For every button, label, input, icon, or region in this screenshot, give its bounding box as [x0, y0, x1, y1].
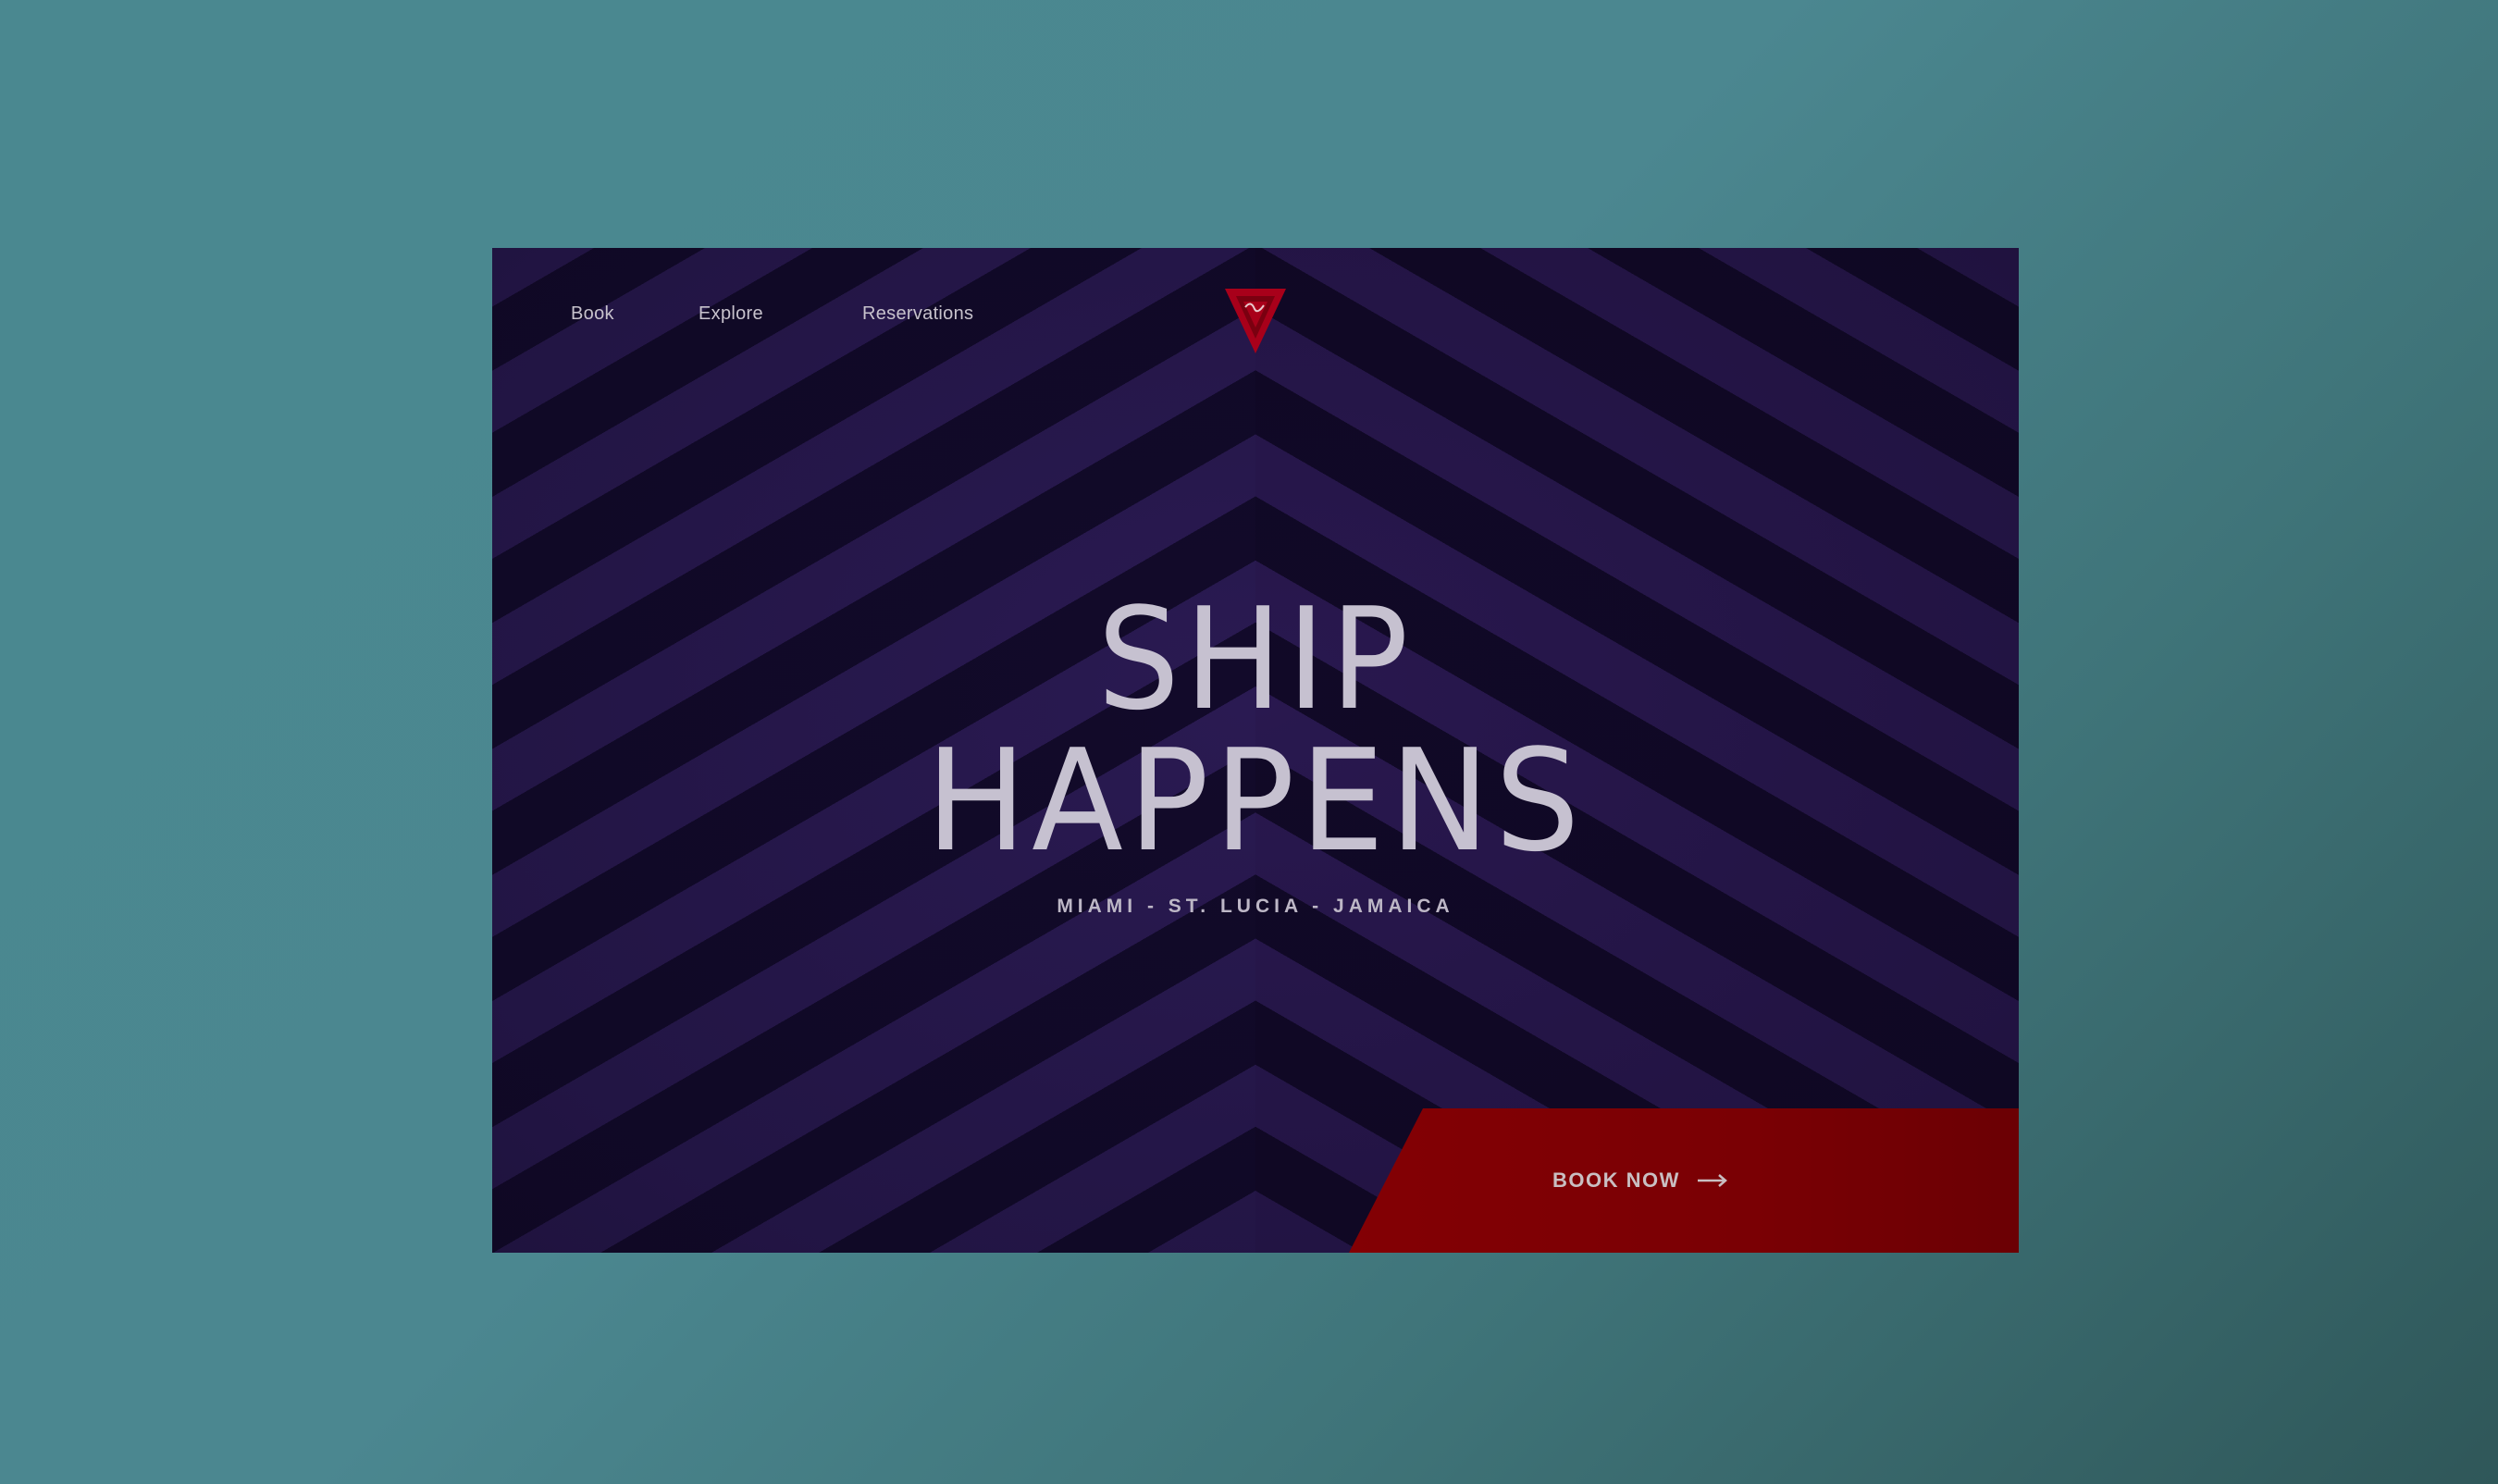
hero-title-line-2: HAPPENS	[925, 719, 1586, 883]
hero-subtitle: MIAMI - ST. LUCIA - JAMAICA	[1057, 896, 1454, 917]
nav-item-book[interactable]: Book	[571, 303, 614, 325]
book-now-label: BOOK NOW	[1552, 1169, 1680, 1192]
brand-logo-icon[interactable]	[1223, 287, 1288, 355]
nav-item-reservations[interactable]: Reservations	[862, 303, 973, 325]
book-now-button[interactable]: BOOK NOW	[1349, 1108, 2019, 1253]
hero-frame: Book Explore Reservations SHIP HAPPENS M…	[492, 248, 2019, 1253]
hero-title-line-1: SHIP	[1097, 577, 1414, 741]
arrow-right-icon	[1697, 1172, 1728, 1189]
nav-item-explore[interactable]: Explore	[699, 303, 763, 325]
